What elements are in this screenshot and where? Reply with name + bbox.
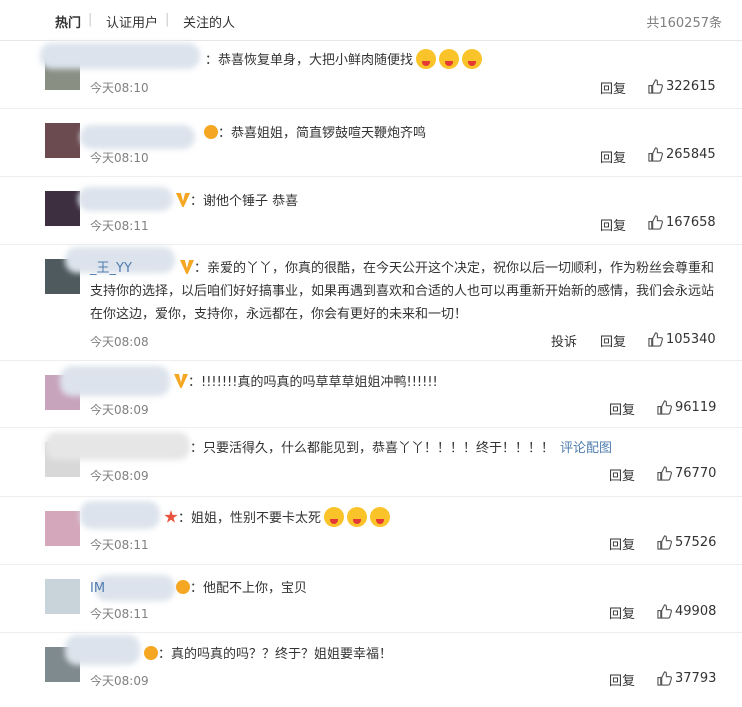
- reply-button[interactable]: 回复: [609, 399, 635, 418]
- tab-divider: |: [88, 12, 93, 27]
- comment-time: 今天08:10: [90, 81, 149, 95]
- tongue-emoji-icon: [462, 49, 483, 69]
- comment-time: 今天08:11: [90, 219, 149, 233]
- tongue-emoji-icon: [439, 49, 460, 69]
- comment-item: ：只要活得久，什么都能见到，恭喜丫丫！！！！终于！！！！ 评论配图 今天08:09…: [0, 428, 742, 497]
- thumbs-up-icon: [657, 604, 672, 619]
- like-count: 57526: [675, 535, 717, 550]
- like-count: 96119: [675, 400, 717, 415]
- thumbs-up-icon: [648, 147, 663, 162]
- reply-button[interactable]: 回复: [609, 465, 635, 484]
- like-button[interactable]: 57526: [657, 535, 716, 550]
- comment-item: IM ：他配不上你，宝贝 今天08:11 回复 49908: [0, 565, 742, 633]
- username[interactable]: IM: [90, 577, 174, 600]
- reply-button[interactable]: 回复: [609, 670, 635, 689]
- comment-item: ：真的吗真的吗？？终于？姐姐要幸福！ 今天08:09 回复 37793: [0, 633, 742, 703]
- username[interactable]: _王_YY: [90, 257, 178, 280]
- like-count: 37793: [675, 671, 717, 686]
- avatar[interactable]: [45, 123, 80, 158]
- crown-badge-icon: [204, 125, 218, 139]
- comment-time: 今天08:09: [90, 674, 149, 688]
- comment-tabs: 热门 | 认证用户 | 关注的人 共160257条: [0, 0, 742, 41]
- tab-hot[interactable]: 热门: [55, 12, 81, 31]
- laughing-emoji-icon: [370, 507, 391, 527]
- thumbs-up-icon: [657, 535, 672, 550]
- comment-text: ：恭喜姐姐，简直锣鼓喧天鞭炮齐鸣: [90, 122, 718, 145]
- comment-text: ：恭喜恢复单身，大把小鲜肉随便找: [90, 49, 718, 72]
- thumbs-up-icon: [648, 332, 663, 347]
- comment-item: ：!!!!!!!真的吗真的吗草草草姐姐冲鸭!!!!!! 今天08:09 回复 9…: [0, 361, 742, 428]
- reply-button[interactable]: 回复: [609, 534, 635, 553]
- reply-button[interactable]: 回复: [600, 147, 626, 166]
- verified-v-icon: [176, 193, 190, 207]
- comment-text: ：谢他个锤子 恭喜: [90, 190, 718, 213]
- laughing-emoji-icon: [347, 507, 368, 527]
- like-button[interactable]: 105340: [648, 332, 716, 347]
- thumbs-up-icon: [657, 400, 672, 415]
- verified-v-icon: [180, 260, 194, 274]
- like-count: 76770: [675, 466, 717, 481]
- comment-text: ：!!!!!!!真的吗真的吗草草草姐姐冲鸭!!!!!!: [90, 371, 718, 394]
- reply-button[interactable]: 回复: [600, 78, 626, 97]
- like-count: 265845: [666, 147, 716, 162]
- thumbs-up-icon: [648, 79, 663, 94]
- reply-button[interactable]: 回复: [600, 331, 626, 350]
- comment-time: 今天08:11: [90, 538, 149, 552]
- comment-time: 今天08:11: [90, 607, 149, 621]
- thumbs-up-icon: [657, 466, 672, 481]
- verified-v-icon: [174, 374, 188, 388]
- comment-text: IM ：他配不上你，宝贝: [90, 577, 718, 600]
- comment-text: _王_YY ：亲爱的丫丫，你真的很酷，在今天公开这个决定，祝你以后一切顺利，作为粉…: [90, 257, 718, 326]
- comment-image-link[interactable]: 评论配图: [560, 441, 612, 456]
- comment-item: ：谢他个锤子 恭喜 今天08:11 回复 167658: [0, 177, 742, 245]
- avatar[interactable]: [45, 579, 80, 614]
- star-badge-icon: [164, 510, 178, 523]
- like-button[interactable]: 322615: [648, 79, 716, 94]
- report-button[interactable]: 投诉: [551, 331, 577, 350]
- tab-divider: |: [165, 12, 170, 27]
- avatar[interactable]: [45, 191, 80, 226]
- like-count: 167658: [666, 215, 716, 230]
- thumbs-up-icon: [657, 671, 672, 686]
- comment-item: ：恭喜姐姐，简直锣鼓喧天鞭炮齐鸣 今天08:10 回复 265845: [0, 109, 742, 177]
- like-button[interactable]: 265845: [648, 147, 716, 162]
- like-count: 322615: [666, 79, 716, 94]
- tab-verified-users[interactable]: 认证用户: [106, 12, 158, 31]
- comment-text: ：真的吗真的吗？？终于？姐姐要幸福！: [90, 643, 718, 666]
- like-button[interactable]: 76770: [657, 466, 716, 481]
- comment-text: ：只要活得久，什么都能见到，恭喜丫丫！！！！终于！！！！ 评论配图: [190, 441, 613, 456]
- like-count: 49908: [675, 604, 717, 619]
- comment-time: 今天08:10: [90, 151, 149, 165]
- comment-item: ：姐姐，性别不要卡太死 今天08:11 回复 57526: [0, 497, 742, 565]
- like-count: 105340: [666, 332, 716, 347]
- reply-button[interactable]: 回复: [609, 603, 635, 622]
- like-button[interactable]: 37793: [657, 671, 716, 686]
- comment-time: 今天08:09: [90, 469, 149, 483]
- like-button[interactable]: 96119: [657, 400, 716, 415]
- crown-badge-icon: [176, 580, 190, 594]
- tab-following[interactable]: 关注的人: [183, 12, 235, 31]
- reply-button[interactable]: 回复: [600, 215, 626, 234]
- comment-time: 今天08:09: [90, 403, 149, 417]
- thumbs-up-icon: [648, 215, 663, 230]
- tongue-emoji-icon: [416, 49, 437, 69]
- comment-item: _王_YY ：亲爱的丫丫，你真的很酷，在今天公开这个决定，祝你以后一切顺利，作为粉…: [0, 245, 742, 361]
- avatar[interactable]: [45, 511, 80, 546]
- comment-item: ：恭喜恢复单身，大把小鲜肉随便找 今天08:10 回复 322615: [0, 41, 742, 109]
- like-button[interactable]: 167658: [648, 215, 716, 230]
- comment-text: ：姐姐，性别不要卡太死: [90, 507, 718, 530]
- like-button[interactable]: 49908: [657, 604, 716, 619]
- comment-total-count: 共160257条: [646, 16, 722, 31]
- laughing-emoji-icon: [324, 507, 345, 527]
- crown-badge-icon: [144, 646, 158, 660]
- comment-time: 今天08:08: [90, 335, 149, 349]
